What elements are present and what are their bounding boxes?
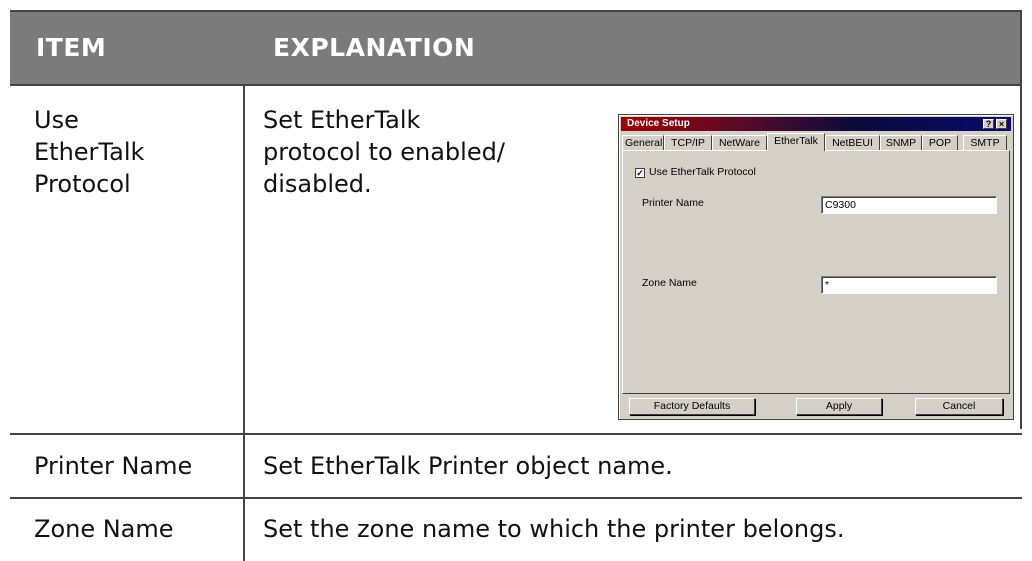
dialog-title-bar: Device Setup ? × [621, 117, 1011, 131]
table-row-item: Zone Name [34, 515, 174, 543]
use-ethertalk-checkbox[interactable]: ✓ [635, 168, 645, 178]
help-icon[interactable]: ? [983, 119, 994, 129]
dialog-title: Device Setup [627, 118, 690, 129]
cancel-button[interactable]: Cancel [915, 398, 1003, 415]
explanation-text-line: Set EtherTalk [263, 106, 421, 134]
table-right-edge [1020, 10, 1022, 429]
tab-smtp[interactable]: SMTP [963, 135, 1007, 150]
tab-snmp[interactable]: SNMP [880, 135, 922, 150]
column-divider [243, 86, 245, 561]
printer-name-field[interactable]: C9300 [821, 196, 997, 214]
item-text-line: EtherTalk [34, 138, 145, 166]
header-item: ITEM [36, 33, 107, 62]
table-header: ITEM EXPLANATION [10, 10, 1022, 86]
use-ethertalk-label: Use EtherTalk Protocol [649, 166, 756, 178]
table-row-explanation: Set EtherTalk protocol to enabled/ disab… [263, 104, 505, 200]
device-setup-dialog: Device Setup ? × General TCP/IP NetWare … [618, 114, 1014, 420]
table-row-item: Use EtherTalk Protocol [34, 104, 144, 200]
close-icon[interactable]: × [996, 119, 1007, 129]
header-explanation: EXPLANATION [273, 33, 476, 62]
table-row-item: Printer Name [34, 452, 193, 480]
row-divider [10, 497, 1022, 499]
tab-netbeui[interactable]: NetBEUI [825, 135, 880, 150]
explanation-text-line: protocol to enabled/ [263, 138, 505, 166]
tab-tcpip[interactable]: TCP/IP [664, 135, 712, 150]
item-text-line: Protocol [34, 170, 131, 198]
tab-netware[interactable]: NetWare [712, 135, 767, 150]
tab-general[interactable]: General [622, 135, 664, 150]
dialog-tabs: General TCP/IP NetWare EtherTalk NetBEUI… [622, 133, 1010, 151]
factory-defaults-button[interactable]: Factory Defaults [629, 398, 755, 415]
ethertalk-panel: ✓ Use EtherTalk Protocol Printer Name C9… [622, 150, 1010, 394]
explanation-text-line: disabled. [263, 170, 372, 198]
tab-ethertalk[interactable]: EtherTalk [767, 133, 825, 151]
printer-name-label: Printer Name [642, 197, 704, 209]
item-text-line: Use [34, 106, 79, 134]
zone-name-label: Zone Name [642, 277, 697, 289]
row-divider [10, 433, 1022, 435]
table-row-explanation: Set the zone name to which the printer b… [263, 515, 845, 543]
apply-button[interactable]: Apply [796, 398, 882, 415]
table-row-explanation: Set EtherTalk Printer object name. [263, 452, 673, 480]
zone-name-field[interactable]: * [821, 276, 997, 294]
tab-pop[interactable]: POP [922, 135, 958, 150]
